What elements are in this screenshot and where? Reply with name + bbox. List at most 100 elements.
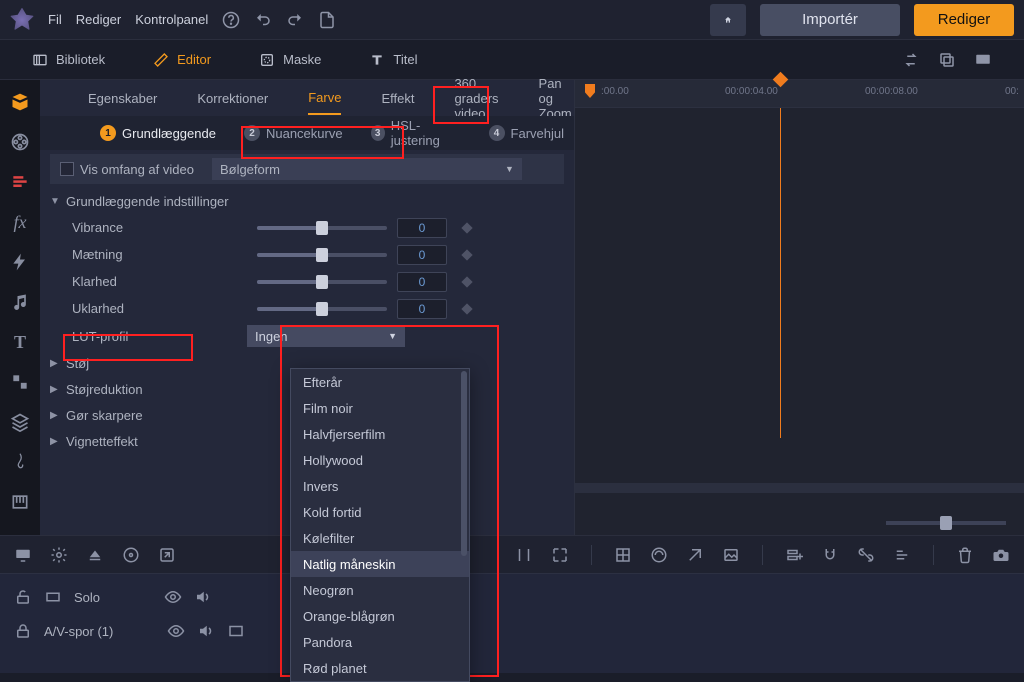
timeline-body[interactable] [575, 108, 1024, 438]
rail-piano-icon[interactable] [10, 492, 30, 512]
subtab-color[interactable]: Farve [308, 82, 341, 115]
step-hsl[interactable]: 3HSL-justering [371, 118, 461, 148]
grid-icon[interactable] [614, 546, 632, 564]
vibrance-slider[interactable] [257, 226, 387, 230]
lut-option[interactable]: Film noir [291, 395, 469, 421]
tab-library[interactable]: Bibliotek [32, 52, 105, 68]
lut-option[interactable]: Halvfjerserfilm [291, 421, 469, 447]
clarity-slider[interactable] [257, 280, 387, 284]
rail-shape-icon[interactable] [10, 372, 30, 392]
subtab-properties[interactable]: Egenskaber [88, 83, 157, 114]
track-box-icon[interactable] [227, 622, 245, 640]
menu-file[interactable]: Fil [48, 12, 62, 27]
speaker-icon[interactable] [194, 588, 212, 606]
link-off-icon[interactable] [857, 546, 875, 564]
subtab-corrections[interactable]: Korrektioner [197, 83, 268, 114]
clarity-label: Klarhed [72, 274, 247, 289]
redo-icon[interactable] [286, 11, 304, 29]
menu-edit[interactable]: Rediger [76, 12, 122, 27]
lut-option[interactable]: Orange-blågrøn [291, 603, 469, 629]
rail-bolt-icon[interactable] [10, 252, 30, 272]
saturation-keyframe[interactable] [461, 249, 472, 260]
eye-icon[interactable] [167, 622, 185, 640]
lut-row: LUT-profil Ingen ▼ [50, 322, 564, 350]
rail-film-icon[interactable] [10, 132, 30, 152]
rail-box-icon[interactable] [10, 92, 30, 112]
copy-icon[interactable] [938, 51, 956, 69]
eject-icon[interactable] [86, 546, 104, 564]
timeline-hscroll[interactable] [575, 483, 1024, 493]
image-icon[interactable] [722, 546, 740, 564]
subtab-effect[interactable]: Effekt [381, 83, 414, 114]
step-colorwheel[interactable]: 4Farvehjul [489, 125, 564, 141]
circle-fx-icon[interactable] [650, 546, 668, 564]
lut-option[interactable]: Natlig måneskin [291, 551, 469, 577]
lut-option[interactable]: Hollywood [291, 447, 469, 473]
bottom-toolbar [0, 535, 1024, 573]
rail-music-icon[interactable] [10, 292, 30, 312]
lut-option[interactable]: Neogrøn [291, 577, 469, 603]
haze-keyframe[interactable] [461, 303, 472, 314]
track-frame-icon[interactable] [44, 588, 62, 606]
speaker-icon[interactable] [197, 622, 215, 640]
unlock-icon[interactable] [14, 588, 32, 606]
document-icon[interactable] [318, 11, 336, 29]
export-icon[interactable] [158, 546, 176, 564]
import-button[interactable]: Importér [760, 4, 900, 36]
lut-option[interactable]: Invers [291, 473, 469, 499]
camera-icon[interactable] [992, 546, 1010, 564]
timeline-zoom-slider[interactable] [886, 521, 1006, 525]
rail-text-icon[interactable]: T [10, 332, 30, 352]
tab-title[interactable]: Titel [369, 52, 417, 68]
step-tonecurve[interactable]: 2Nuancekurve [244, 125, 343, 141]
rail-treble-icon[interactable] [10, 452, 30, 472]
lut-dropdown[interactable]: EfterårFilm noirHalvfjerserfilmHollywood… [290, 368, 470, 682]
display-icon[interactable] [974, 51, 992, 69]
tab-editor[interactable]: Editor [153, 52, 211, 68]
haze-value[interactable]: 0 [397, 299, 447, 319]
clarity-keyframe[interactable] [461, 276, 472, 287]
clarity-value[interactable]: 0 [397, 272, 447, 292]
step-basic[interactable]: 1Grundlæggende [100, 125, 216, 141]
eye-icon[interactable] [164, 588, 182, 606]
dropdown-scrollbar[interactable] [461, 371, 467, 556]
scope-row: Vis omfang af video Bølgeform ▼ [50, 154, 564, 184]
cut-icon[interactable] [515, 546, 533, 564]
timeline-ruler[interactable]: :00.00 00:00:04.00 00:00:08.00 00: [575, 80, 1024, 108]
rail-fx-icon[interactable]: fx [10, 212, 30, 232]
timeline-start-marker[interactable] [585, 84, 595, 98]
lut-option[interactable]: Kølefilter [291, 525, 469, 551]
monitor-icon[interactable] [14, 546, 32, 564]
show-scope-checkbox[interactable] [60, 162, 74, 176]
group-icon[interactable] [893, 546, 911, 564]
vibrance-keyframe[interactable] [461, 222, 472, 233]
saturation-slider[interactable] [257, 253, 387, 257]
lut-select[interactable]: Ingen ▼ [247, 325, 405, 347]
help-icon[interactable] [222, 11, 240, 29]
haze-slider[interactable] [257, 307, 387, 311]
lock-icon[interactable] [14, 622, 32, 640]
add-track-icon[interactable] [785, 546, 803, 564]
lut-option[interactable]: Kold fortid [291, 499, 469, 525]
basic-settings-header[interactable]: ▼Grundlæggende indstillinger [50, 188, 564, 214]
disc-icon[interactable] [122, 546, 140, 564]
home-button[interactable] [710, 4, 746, 36]
lut-option[interactable]: Pandora [291, 629, 469, 655]
gear-icon[interactable] [50, 546, 68, 564]
vibrance-value[interactable]: 0 [397, 218, 447, 238]
scope-select[interactable]: Bølgeform ▼ [212, 158, 522, 180]
tab-mask[interactable]: Maske [259, 52, 321, 68]
razor-icon[interactable] [686, 546, 704, 564]
magnet-icon[interactable] [821, 546, 839, 564]
trash-icon[interactable] [956, 546, 974, 564]
swap-icon[interactable] [902, 51, 920, 69]
saturation-value[interactable]: 0 [397, 245, 447, 265]
edit-button[interactable]: Rediger [914, 4, 1014, 36]
rail-folder-icon[interactable] [10, 172, 30, 192]
undo-icon[interactable] [254, 11, 272, 29]
menu-controlpanel[interactable]: Kontrolpanel [135, 12, 208, 27]
rail-layers-icon[interactable] [10, 412, 30, 432]
selection-icon[interactable] [551, 546, 569, 564]
lut-option[interactable]: Rød planet [291, 655, 469, 681]
lut-option[interactable]: Efterår [291, 369, 469, 395]
